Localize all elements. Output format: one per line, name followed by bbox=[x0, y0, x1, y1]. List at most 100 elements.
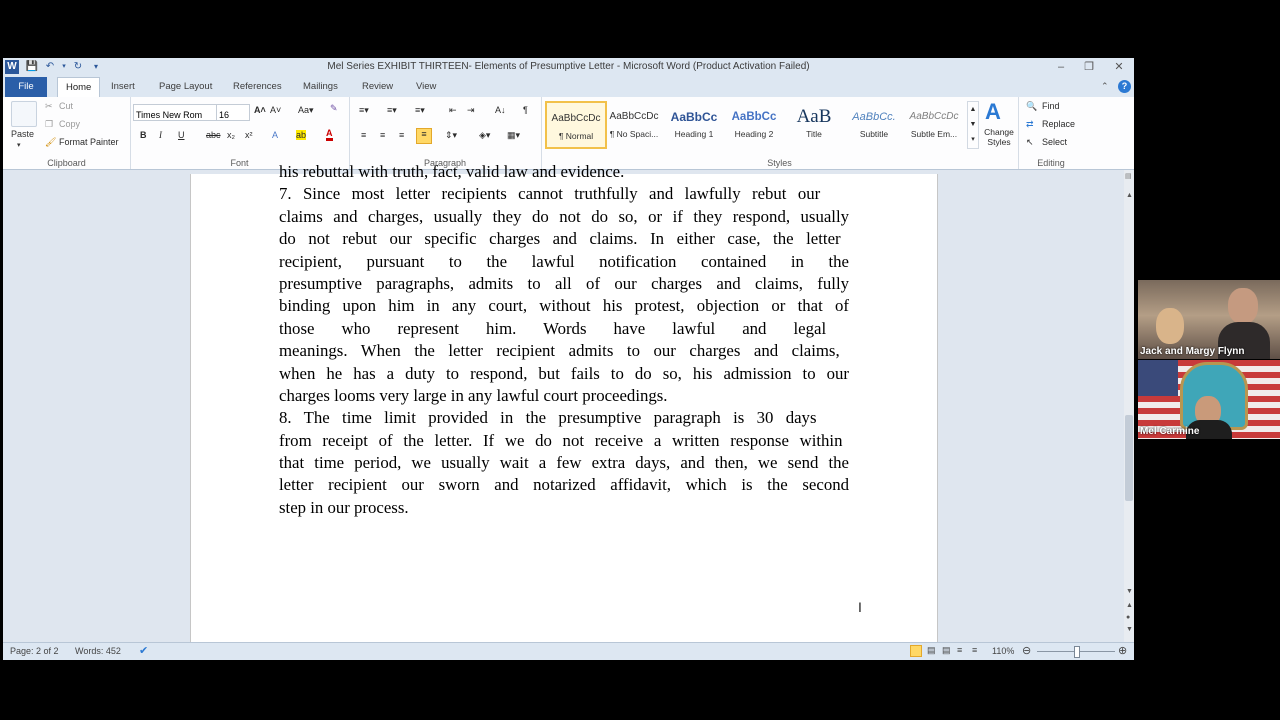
word-window: W 💾 ↶ ▾ ↻ ▾ Mel Series EXHIBIT THIRTEEN-… bbox=[3, 58, 1134, 660]
video-tile-jack-margy[interactable]: Jack and Margy Flynn bbox=[1138, 280, 1280, 359]
proofing-icon[interactable]: ✔ bbox=[139, 644, 148, 657]
subscript-icon[interactable]: x₂ bbox=[227, 130, 235, 140]
select-button[interactable]: Select bbox=[1042, 137, 1067, 147]
tab-references[interactable]: References bbox=[225, 77, 290, 97]
styles-scroll-icon[interactable]: ▲ ▼ ▾ bbox=[967, 101, 979, 149]
text-effects-icon[interactable]: A bbox=[272, 130, 278, 140]
italic-icon[interactable]: I bbox=[159, 130, 162, 140]
copy-button[interactable]: Copy bbox=[59, 119, 80, 129]
scroll-thumb[interactable] bbox=[1125, 415, 1133, 501]
find-icon[interactable]: 🔍 bbox=[1026, 101, 1037, 112]
increase-indent-icon[interactable]: ⇥ bbox=[467, 105, 475, 116]
paste-dropdown-icon[interactable]: ▾ bbox=[17, 141, 21, 149]
font-size-box[interactable]: 16 bbox=[216, 104, 250, 121]
select-icon[interactable]: ↖ bbox=[1026, 137, 1034, 148]
bullets-icon[interactable]: ≡▾ bbox=[359, 105, 369, 116]
change-styles-icon[interactable]: A bbox=[985, 99, 1001, 125]
justify-icon[interactable]: ≡ bbox=[416, 128, 432, 144]
sort-icon[interactable]: A↓ bbox=[495, 105, 506, 115]
doc-line: charges looms very large in any lawful c… bbox=[279, 385, 668, 405]
numbering-icon[interactable]: ≡▾ bbox=[387, 105, 397, 116]
video-tile-mel-carmine[interactable]: Mel Carmine bbox=[1138, 360, 1280, 439]
tab-insert[interactable]: Insert bbox=[103, 77, 143, 97]
tab-home[interactable]: Home bbox=[57, 77, 101, 98]
zoom-out-icon[interactable]: ⊖ bbox=[1022, 644, 1031, 657]
superscript-icon[interactable]: x² bbox=[245, 130, 253, 140]
decrease-indent-icon[interactable]: ⇤ bbox=[449, 105, 457, 116]
tab-review[interactable]: Review bbox=[354, 77, 401, 97]
style-title[interactable]: AaB Title bbox=[785, 101, 843, 145]
scroll-down-icon[interactable]: ▼ bbox=[1126, 588, 1133, 595]
find-button[interactable]: Find bbox=[1042, 101, 1060, 111]
previous-page-icon[interactable]: ▲ bbox=[1126, 602, 1133, 609]
change-styles-button[interactable]: Change Styles bbox=[981, 127, 1017, 147]
zoom-slider-handle[interactable] bbox=[1074, 646, 1080, 658]
copy-icon[interactable]: ❐ bbox=[45, 119, 53, 130]
paste-button[interactable]: Paste bbox=[11, 129, 34, 139]
document-page[interactable]: his rebuttal with truth, fact, valid law… bbox=[190, 162, 938, 642]
restore-icon[interactable]: ❐ bbox=[1076, 59, 1102, 75]
cut-button[interactable]: Cut bbox=[59, 101, 73, 111]
draft-icon[interactable]: ≡ bbox=[972, 645, 977, 655]
doc-line: step in our process. bbox=[279, 497, 409, 517]
print-layout-icon[interactable] bbox=[910, 645, 922, 657]
underline-icon[interactable]: U bbox=[178, 130, 185, 140]
help-icon[interactable]: ? bbox=[1118, 80, 1131, 93]
multilevel-list-icon[interactable]: ≡▾ bbox=[415, 105, 425, 116]
font-name-value: Times New Rom bbox=[136, 110, 203, 120]
ruler-toggle-icon[interactable]: ▤ bbox=[1125, 172, 1132, 180]
outline-icon[interactable]: ≡ bbox=[957, 645, 962, 655]
strikethrough-icon[interactable]: abc bbox=[206, 130, 221, 140]
replace-icon[interactable]: ⇄ bbox=[1026, 119, 1034, 130]
minimize-icon[interactable]: – bbox=[1048, 59, 1074, 75]
format-painter-icon[interactable]: 🖌 bbox=[45, 137, 56, 148]
change-case-icon[interactable]: Aa▾ bbox=[298, 105, 314, 116]
web-layout-icon[interactable]: ▤ bbox=[942, 645, 951, 656]
full-screen-reading-icon[interactable]: ▤ bbox=[927, 645, 936, 656]
format-painter-button[interactable]: Format Painter bbox=[59, 137, 119, 147]
borders-icon[interactable]: ▦▾ bbox=[507, 130, 520, 141]
minimize-ribbon-icon[interactable]: ⌃ bbox=[1101, 81, 1109, 92]
style-heading-2[interactable]: AaBbCc Heading 2 bbox=[725, 101, 783, 145]
style-no-spacing-preview: AaBbCcDc bbox=[609, 111, 659, 122]
browse-object-icon[interactable]: ● bbox=[1126, 614, 1130, 621]
vertical-scrollbar[interactable]: ▤ ▲ ▼ ▲ ● ▼ bbox=[1124, 170, 1134, 642]
highlight-icon[interactable]: ab bbox=[296, 130, 307, 140]
style-normal[interactable]: AaBbCcDc ¶ Normal bbox=[545, 101, 607, 149]
status-bar: Page: 2 of 2 Words: 452 ✔ ▤ ▤ ≡ ≡ 110% ⊖… bbox=[3, 642, 1134, 660]
scroll-up-icon[interactable]: ▲ bbox=[1126, 192, 1133, 199]
page-count[interactable]: Page: 2 of 2 bbox=[10, 646, 59, 656]
bold-icon[interactable]: B bbox=[140, 130, 147, 140]
style-heading-1[interactable]: AaBbCc Heading 1 bbox=[665, 101, 723, 145]
clear-formatting-icon[interactable]: ✎ bbox=[330, 103, 338, 114]
replace-button[interactable]: Replace bbox=[1042, 119, 1075, 129]
tab-view[interactable]: View bbox=[408, 77, 444, 97]
tab-page-layout[interactable]: Page Layout bbox=[151, 77, 220, 97]
tab-mailings[interactable]: Mailings bbox=[295, 77, 346, 97]
font-name-box[interactable]: Times New Rom bbox=[133, 104, 219, 121]
doc-line: his rebuttal with truth, fact, valid law… bbox=[279, 162, 625, 181]
align-center-icon[interactable]: ≡ bbox=[380, 130, 385, 140]
line-spacing-icon[interactable]: ⇕▾ bbox=[445, 130, 457, 141]
shading-icon[interactable]: ◈▾ bbox=[479, 130, 490, 141]
cut-icon[interactable]: ✂ bbox=[45, 101, 53, 112]
style-subtitle[interactable]: AaBbCc. Subtitle bbox=[845, 101, 903, 145]
font-color-icon[interactable]: A bbox=[326, 128, 333, 141]
close-icon[interactable]: ✕ bbox=[1106, 59, 1132, 75]
document-text[interactable]: his rebuttal with truth, fact, valid law… bbox=[279, 161, 849, 519]
tab-file[interactable]: File bbox=[5, 77, 47, 97]
align-right-icon[interactable]: ≡ bbox=[399, 130, 404, 140]
clipboard-group-label: Clipboard bbox=[47, 158, 86, 168]
style-no-spacing[interactable]: AaBbCcDc ¶ No Spaci... bbox=[605, 101, 663, 145]
paste-icon[interactable] bbox=[11, 101, 37, 127]
zoom-in-icon[interactable]: ⊕ bbox=[1118, 644, 1127, 657]
next-page-icon[interactable]: ▼ bbox=[1126, 626, 1133, 633]
show-formatting-icon[interactable]: ¶ bbox=[523, 105, 528, 115]
style-subtle-emphasis[interactable]: AaBbCcDc Subtle Em... bbox=[905, 101, 963, 145]
shrink-font-icon[interactable]: A˅ bbox=[270, 105, 281, 115]
grow-font-icon[interactable]: A˄ bbox=[254, 105, 266, 115]
doc-line: from receipt of the letter. If we do not… bbox=[279, 430, 843, 450]
word-count[interactable]: Words: 452 bbox=[75, 646, 121, 656]
align-left-icon[interactable]: ≡ bbox=[361, 130, 366, 140]
zoom-level[interactable]: 110% bbox=[992, 646, 1014, 656]
